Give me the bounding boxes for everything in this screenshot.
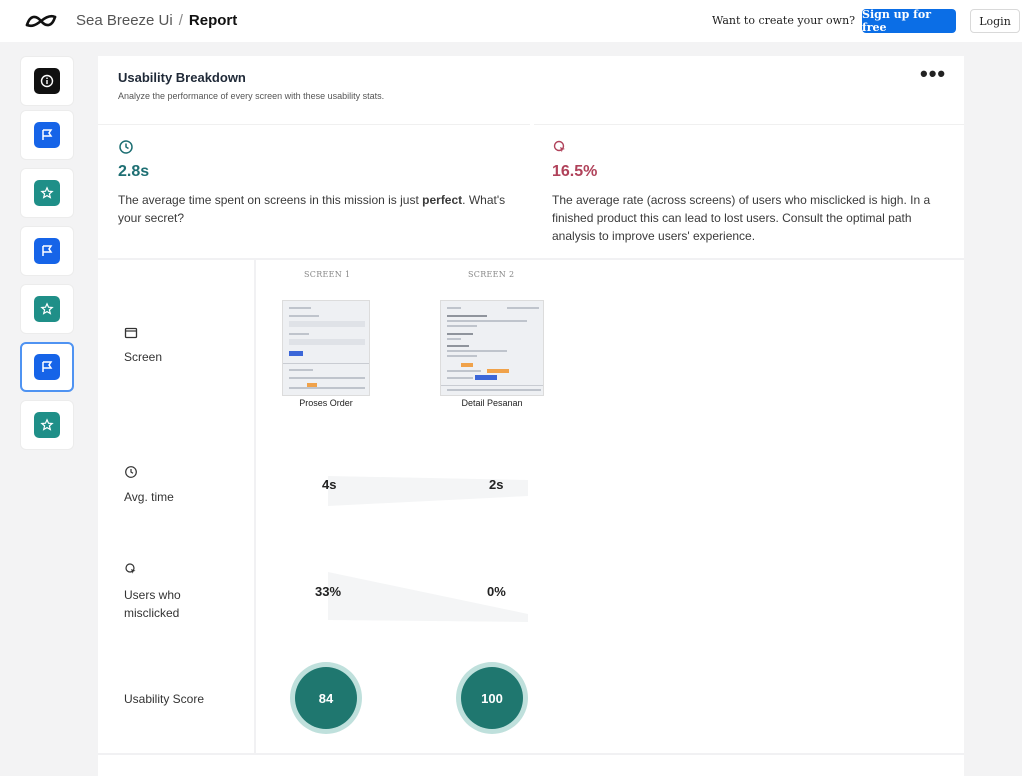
- score-value: 100: [461, 667, 523, 729]
- screen-2-misclick: 0%: [487, 584, 506, 599]
- avg-time-value: 2.8s: [118, 163, 150, 180]
- screen-icon: [124, 327, 138, 339]
- card-bottom-divider: [98, 753, 964, 755]
- rail-item-info[interactable]: [20, 56, 74, 106]
- top-bar: Sea Breeze Ui / Report Want to create your…: [0, 0, 1022, 42]
- screen-1-misclick: 33%: [315, 584, 342, 599]
- rail-item-flag-3[interactable]: [20, 342, 74, 392]
- flag-icon: [34, 238, 60, 264]
- info-icon: [34, 68, 60, 94]
- rail-item-star-2[interactable]: [20, 284, 74, 334]
- misclick-row-label-line1: Users who: [124, 588, 181, 602]
- card-header: Usability Breakdown Analyze the performa…: [98, 56, 964, 122]
- flag-icon: [34, 354, 60, 380]
- clock-icon: [125, 466, 137, 478]
- screen-1-thumbnail[interactable]: [282, 300, 370, 396]
- avg-time-trend-shade: [328, 476, 528, 506]
- clock-icon: [119, 140, 133, 154]
- metric-labels-column: Screen Avg. time Users who misclicked Us…: [98, 260, 256, 754]
- screen-2-header: SCREEN 2: [468, 270, 515, 279]
- card-title: Usability Breakdown: [118, 70, 246, 85]
- screen-2-avg-time: 2s: [489, 477, 504, 492]
- score-value: 84: [295, 667, 357, 729]
- avg-time-stat: 2.8s The average time spent on screens i…: [98, 124, 530, 256]
- screen-2-name: Detail Pesanan: [461, 398, 523, 408]
- breadcrumb-project[interactable]: Sea Breeze Ui: [76, 12, 173, 29]
- screen-2-thumbnail[interactable]: [440, 300, 544, 396]
- avg-time-row-label: Avg. time: [124, 490, 174, 504]
- login-button[interactable]: Login: [970, 9, 1020, 33]
- create-own-prompt: Want to create your own?: [712, 14, 856, 27]
- rail-item-star-3[interactable]: [20, 400, 74, 450]
- infinity-logo-icon[interactable]: [24, 12, 58, 30]
- flag-icon: [34, 122, 60, 148]
- rail-item-star-1[interactable]: [20, 168, 74, 218]
- usability-breakdown-card: Usability Breakdown Analyze the performa…: [98, 56, 964, 776]
- screen-1-usability-score: 84: [290, 662, 362, 734]
- card-subtitle: Analyze the performance of every screen …: [118, 91, 385, 101]
- misclick-stat: 16.5% The average rate (across screens) …: [534, 124, 964, 256]
- screen-1-name: Proses Order: [299, 398, 353, 408]
- star-icon: [34, 180, 60, 206]
- signup-button[interactable]: Sign up for free: [862, 8, 956, 34]
- usability-score-row-label: Usability Score: [124, 692, 205, 706]
- misclick-cursor-icon: [553, 140, 565, 153]
- avg-time-description: The average time spent on screens in thi…: [118, 193, 506, 225]
- breadcrumb: Sea Breeze Ui / Report: [76, 12, 237, 29]
- misclick-cursor-icon: [125, 563, 136, 574]
- screen-row-label: Screen: [124, 350, 163, 364]
- screen-2-usability-score: 100: [456, 662, 528, 734]
- star-icon: [34, 412, 60, 438]
- screen-1-avg-time: 4s: [322, 477, 337, 492]
- misclick-description: The average rate (across screens) of use…: [552, 193, 931, 243]
- misclick-value: 16.5%: [552, 163, 598, 180]
- breadcrumb-separator: /: [178, 12, 183, 29]
- misclick-trend-shade: [328, 572, 528, 622]
- rail-item-flag-2[interactable]: [20, 226, 74, 276]
- breadcrumb-page: Report: [188, 12, 238, 29]
- screen-1-header: SCREEN 1: [304, 270, 351, 279]
- more-dots-icon[interactable]: •••: [920, 63, 946, 85]
- misclick-row-label-line2: misclicked: [124, 606, 180, 620]
- star-icon: [34, 296, 60, 322]
- rail-item-flag-1[interactable]: [20, 110, 74, 160]
